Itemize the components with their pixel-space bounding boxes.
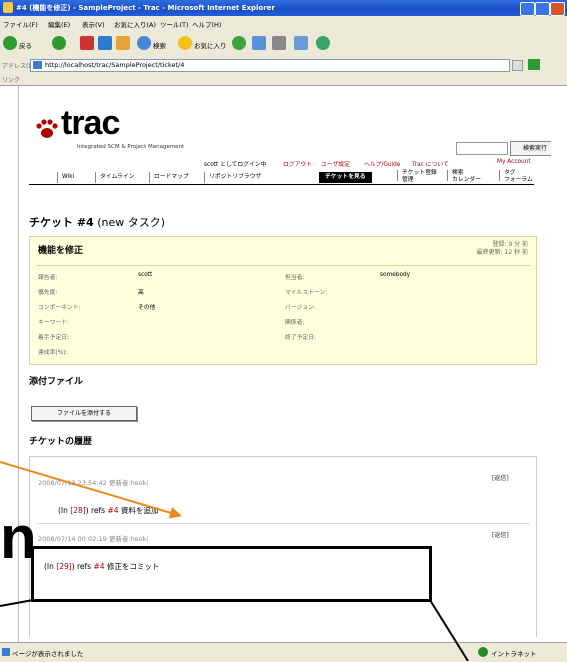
- arrow-orange: [0, 461, 182, 519]
- annotation-arrows: [0, 461, 469, 661]
- arrow-line-right: [429, 599, 469, 661]
- arrow-line-left: [0, 599, 34, 607]
